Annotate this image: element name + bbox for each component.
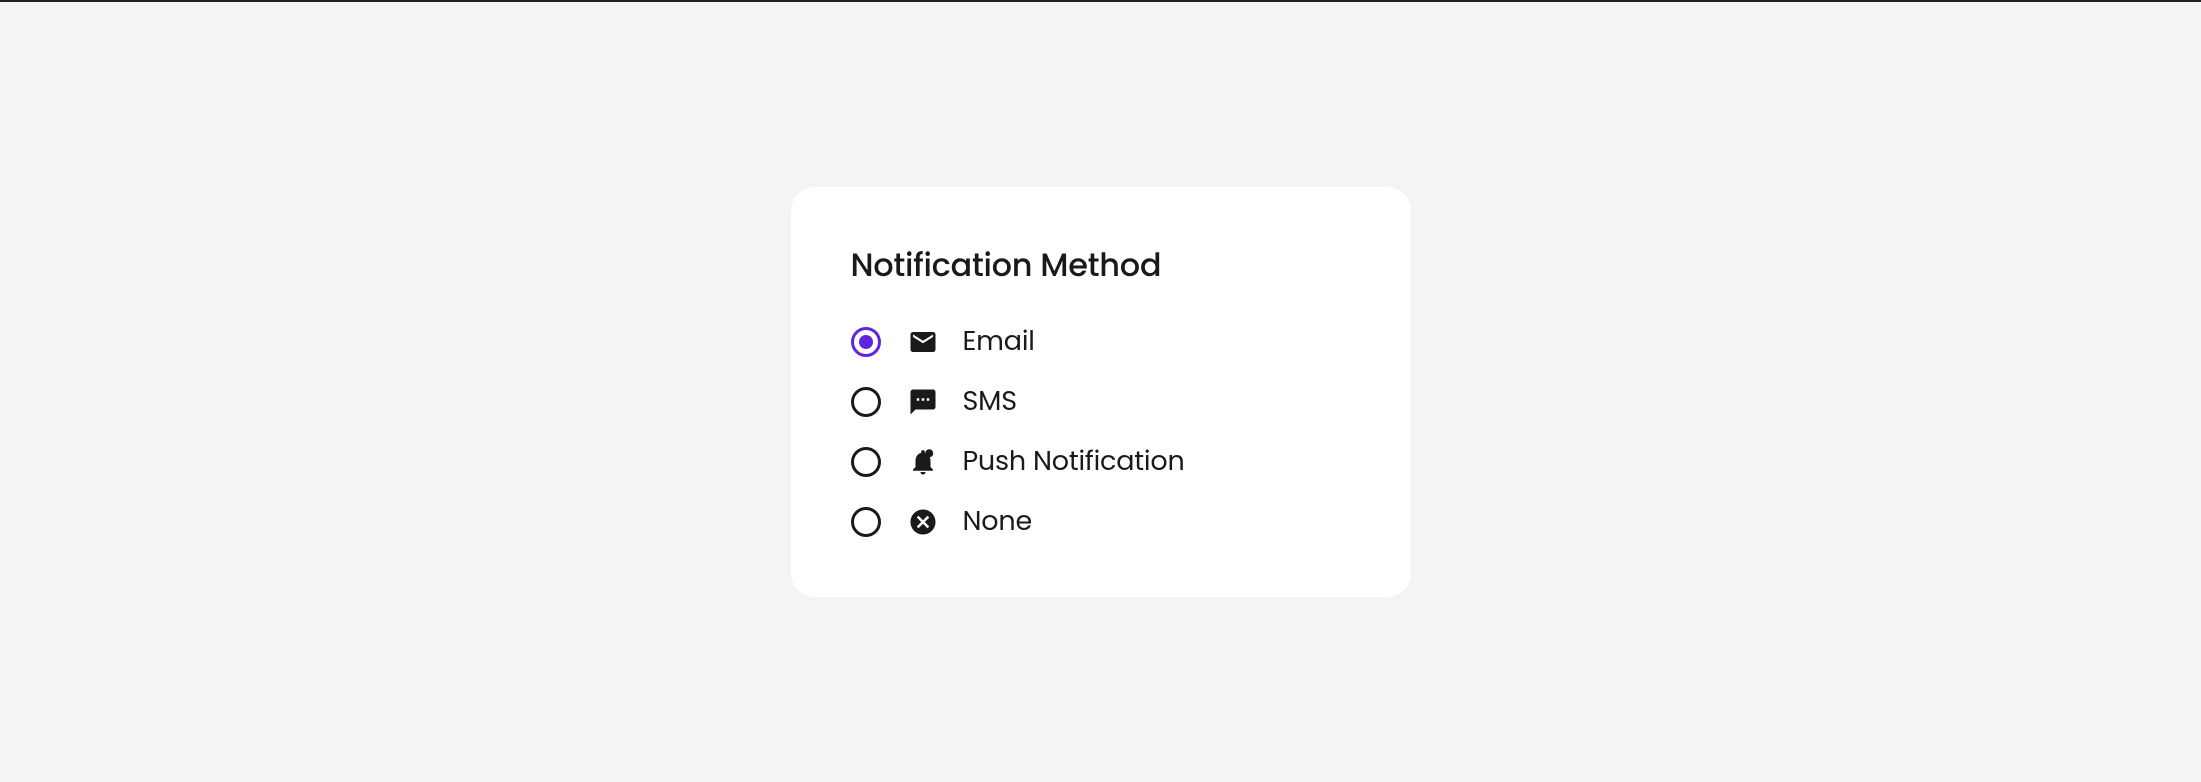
option-label: None <box>963 502 1032 542</box>
radio-button[interactable] <box>851 387 881 417</box>
card-title: Notification Method <box>851 242 1341 290</box>
option-none[interactable]: None <box>851 502 1341 542</box>
radio-button[interactable] <box>851 507 881 537</box>
radio-button[interactable] <box>851 447 881 477</box>
radio-dot <box>859 335 873 349</box>
option-push-notification[interactable]: Push Notification <box>851 442 1341 482</box>
bell-icon <box>905 447 941 477</box>
option-sms[interactable]: SMS <box>851 382 1341 422</box>
radio-button[interactable] <box>851 327 881 357</box>
email-icon <box>905 327 941 357</box>
option-label: Email <box>963 322 1035 362</box>
notification-method-card: Notification Method Email SMS Push Notif… <box>791 187 1411 597</box>
option-label: SMS <box>963 382 1017 422</box>
radio-group: Email SMS Push Notification None <box>851 322 1341 542</box>
option-label: Push Notification <box>963 442 1185 482</box>
option-email[interactable]: Email <box>851 322 1341 362</box>
sms-icon <box>905 387 941 417</box>
cancel-icon <box>905 507 941 537</box>
